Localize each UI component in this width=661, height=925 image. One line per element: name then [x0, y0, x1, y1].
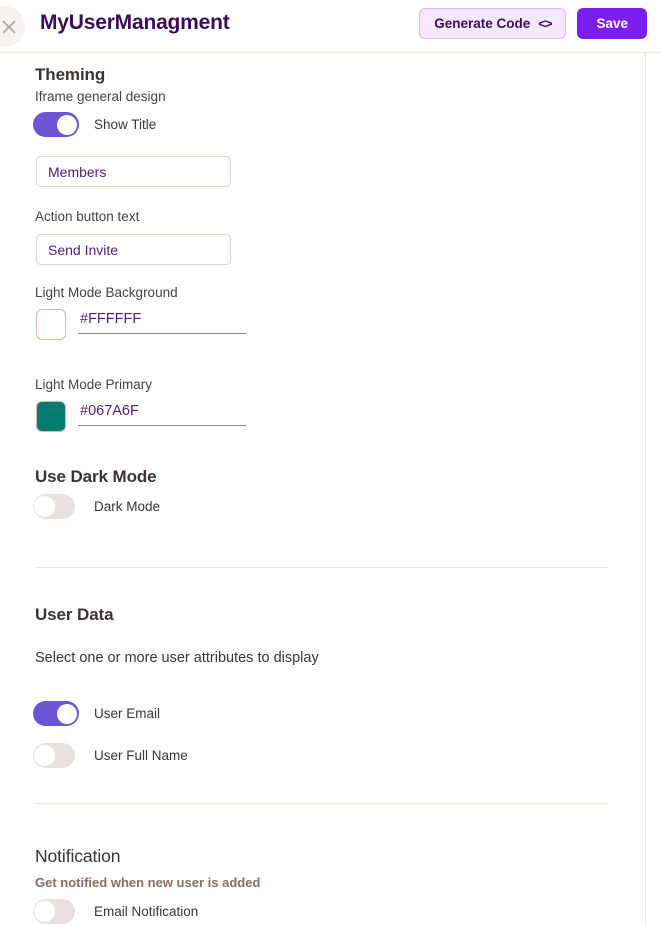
action-button-text-label: Action button text	[35, 209, 140, 224]
toggle-knob	[56, 114, 77, 135]
save-button[interactable]: Save	[577, 8, 647, 39]
page-title: MyUserManagment	[40, 11, 230, 34]
notification-description: Get notified when new user is added	[35, 875, 261, 890]
user-full-name-label: User Full Name	[94, 748, 188, 763]
email-notification-row: Email Notification	[33, 899, 198, 924]
dark-mode-toggle[interactable]	[33, 494, 75, 519]
settings-panel: MyUserManagment Generate Code <> Save Th…	[0, 0, 661, 925]
code-brackets-icon: <>	[538, 16, 552, 31]
app-header: MyUserManagment Generate Code <> Save	[0, 0, 661, 53]
email-notification-label: Email Notification	[94, 904, 199, 919]
title-input[interactable]	[36, 156, 231, 187]
close-button[interactable]	[0, 6, 25, 47]
user-email-toggle[interactable]	[33, 701, 79, 726]
email-notification-toggle[interactable]	[33, 899, 75, 924]
show-title-toggle[interactable]	[33, 112, 79, 137]
user-data-heading: User Data	[35, 605, 114, 624]
header-actions: Generate Code <> Save	[419, 8, 647, 39]
light-mode-primary-swatch[interactable]	[36, 401, 66, 432]
divider-user-data	[35, 803, 608, 804]
toggle-knob	[56, 703, 77, 724]
theming-heading: Theming	[35, 65, 106, 84]
user-email-row: User Email	[33, 701, 160, 726]
toggle-knob	[33, 495, 56, 518]
light-mode-primary-row	[36, 401, 246, 432]
user-data-description: Select one or more user attributes to di…	[35, 650, 319, 666]
generate-code-button[interactable]: Generate Code <>	[419, 8, 567, 39]
action-button-text-input[interactable]	[36, 234, 231, 265]
settings-content: Theming Iframe general design Show Title…	[0, 53, 645, 925]
close-icon	[0, 19, 17, 35]
light-mode-background-label: Light Mode Background	[35, 285, 178, 300]
light-mode-background-swatch[interactable]	[36, 309, 66, 340]
user-full-name-row: User Full Name	[33, 743, 188, 768]
toggle-knob	[33, 744, 56, 767]
use-dark-mode-heading: Use Dark Mode	[35, 467, 157, 486]
light-mode-background-hex-input[interactable]	[78, 309, 246, 334]
theming-subheading: Iframe general design	[35, 89, 166, 104]
generate-code-label: Generate Code	[434, 16, 531, 31]
divider-theming	[35, 567, 608, 568]
show-title-row: Show Title	[33, 112, 156, 137]
light-mode-primary-label: Light Mode Primary	[35, 377, 153, 392]
light-mode-background-row	[36, 309, 246, 340]
dark-mode-label: Dark Mode	[94, 499, 161, 514]
panel-right-edge	[645, 0, 646, 925]
toggle-knob	[33, 900, 56, 923]
light-mode-primary-hex-input[interactable]	[78, 401, 246, 426]
user-email-label: User Email	[94, 706, 161, 721]
dark-mode-row: Dark Mode	[33, 494, 160, 519]
show-title-label: Show Title	[94, 117, 157, 132]
user-full-name-toggle[interactable]	[33, 743, 75, 768]
notification-heading: Notification	[35, 846, 121, 866]
